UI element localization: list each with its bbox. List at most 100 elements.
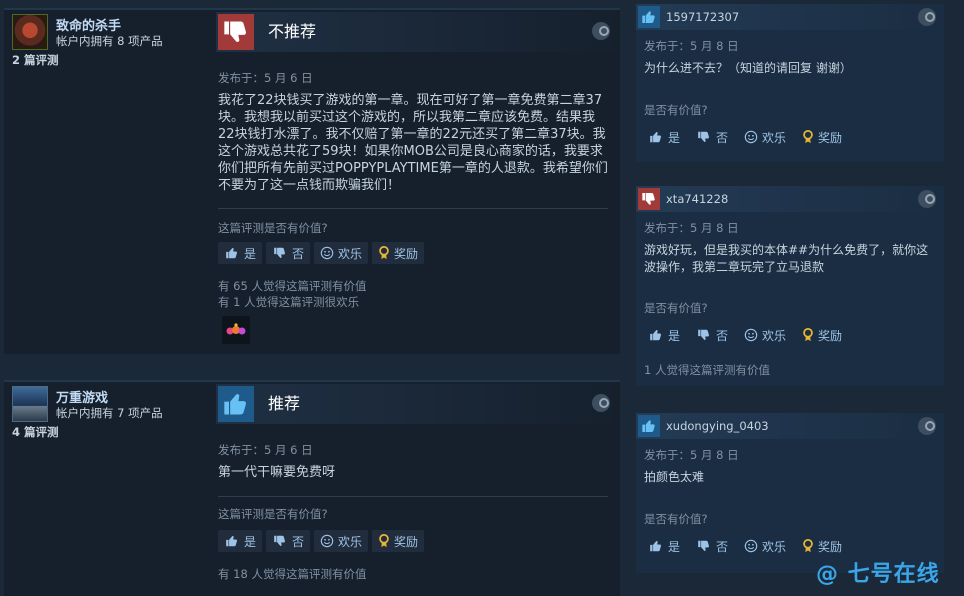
award-button[interactable]: 奖励 xyxy=(798,535,846,557)
snippet-text: 拍颜色太难 xyxy=(644,470,705,484)
review-card: 万重游戏 帐户内拥有 7 项产品 4 篇评测 推荐 发布于：5 月 6 日 第一… xyxy=(4,380,620,596)
snippet-username[interactable]: 1597172307 xyxy=(666,10,739,24)
steam-icon xyxy=(592,394,610,412)
vote-no-label: 否 xyxy=(716,130,729,145)
vote-no-button[interactable]: 否 xyxy=(266,242,311,264)
steam-icon xyxy=(592,22,610,40)
snippet-header[interactable]: xudongying_0403 xyxy=(636,413,944,439)
helpful-question: 这篇评测是否有价值? xyxy=(218,507,328,521)
steam-icon xyxy=(918,417,936,435)
posted-date: 发布于：5 月 8 日 xyxy=(644,221,739,235)
vote-yes-label: 是 xyxy=(244,534,257,549)
vote-funny-button[interactable]: 欢乐 xyxy=(740,126,790,148)
posted-date: 发布于：5 月 6 日 xyxy=(218,71,313,85)
thumbs-up-icon xyxy=(638,415,660,437)
award-button[interactable]: 奖励 xyxy=(372,530,425,552)
review-text: 第一代干嘛要免费呀 xyxy=(218,465,336,480)
review-snippet: xta741228 发布于：5 月 8 日 游戏好玩，但是我买的本体##为什么免… xyxy=(636,186,944,386)
vote-yes-button[interactable]: 是 xyxy=(644,324,684,346)
snippet-header[interactable]: 1597172307 xyxy=(636,4,944,30)
rating-buttons: 是 否 欢乐 奖励 xyxy=(644,126,846,148)
helpful-count: 有 18 人觉得这篇评测有价值 xyxy=(218,567,367,581)
vote-yes-label: 是 xyxy=(668,328,681,343)
helpful-count: 有 65 人觉得这篇评测有价值 xyxy=(218,279,367,293)
smiley-icon xyxy=(744,539,758,553)
rating-buttons: 是 否 欢乐 奖励 xyxy=(218,530,425,552)
author-review-count[interactable]: 2 篇评测 xyxy=(12,52,59,68)
award-icon xyxy=(803,130,813,144)
award-label: 奖励 xyxy=(394,246,419,261)
award-label: 奖励 xyxy=(818,328,843,343)
thumbs-up-icon xyxy=(650,132,662,143)
watermark-logo-icon: @ xyxy=(816,562,839,587)
award-button[interactable]: 奖励 xyxy=(798,126,846,148)
award-button[interactable]: 奖励 xyxy=(798,324,846,346)
author-review-count[interactable]: 4 篇评测 xyxy=(12,424,59,440)
rating-buttons: 是 否 欢乐 奖励 xyxy=(644,535,846,557)
vote-funny-button[interactable]: 欢乐 xyxy=(314,242,369,264)
author-name[interactable]: 致命的杀手 xyxy=(56,15,121,34)
vote-funny-label: 欢乐 xyxy=(762,539,787,554)
thumbs-down-icon xyxy=(698,131,710,142)
vote-no-button[interactable]: 否 xyxy=(692,324,732,346)
vote-no-label: 否 xyxy=(716,539,729,554)
thumbs-down-icon xyxy=(274,247,286,258)
posted-date: 发布于：5 月 8 日 xyxy=(644,39,739,53)
watermark-text: 七号在线 xyxy=(847,562,940,587)
vote-yes-button[interactable]: 是 xyxy=(644,126,684,148)
vote-yes-button[interactable]: 是 xyxy=(218,530,263,552)
thumbs-up-icon xyxy=(226,536,238,547)
award-icon xyxy=(379,534,389,548)
avatar[interactable] xyxy=(12,14,48,50)
snippet-header[interactable]: xta741228 xyxy=(636,186,944,212)
vote-yes-label: 是 xyxy=(668,130,681,145)
thumbs-down-icon xyxy=(698,329,710,340)
helpful-question: 是否有价值? xyxy=(644,301,708,315)
thumbs-down-icon xyxy=(218,14,254,50)
steam-icon xyxy=(918,8,936,26)
thumbs-down-icon xyxy=(698,540,710,551)
snippet-username[interactable]: xudongying_0403 xyxy=(666,419,769,433)
avatar[interactable] xyxy=(12,386,48,422)
vote-funny-label: 欢乐 xyxy=(338,534,363,549)
vote-funny-button[interactable]: 欢乐 xyxy=(740,324,790,346)
vote-funny-button[interactable]: 欢乐 xyxy=(740,535,790,557)
thumbs-up-icon xyxy=(218,386,254,422)
rating-buttons: 是 否 欢乐 奖励 xyxy=(218,242,425,264)
vote-no-label: 否 xyxy=(716,328,729,343)
vote-no-button[interactable]: 否 xyxy=(692,126,732,148)
snippet-username[interactable]: xta741228 xyxy=(666,192,728,206)
thumbs-up-icon xyxy=(638,6,660,28)
review-text: 我花了22块钱买了游戏的第一章。现在可好了第一章免费第二章37块。我想我以前买过… xyxy=(218,93,608,193)
vote-funny-label: 欢乐 xyxy=(762,328,787,343)
vote-funny-button[interactable]: 欢乐 xyxy=(314,530,369,552)
vote-yes-button[interactable]: 是 xyxy=(644,535,684,557)
award-label: 奖励 xyxy=(818,539,843,554)
author-name[interactable]: 万重游戏 xyxy=(56,387,108,406)
vote-no-button[interactable]: 否 xyxy=(692,535,732,557)
thumbs-up-icon xyxy=(226,248,238,259)
funny-count: 有 1 人觉得这篇评测很欢乐 xyxy=(218,295,360,309)
vote-no-button[interactable]: 否 xyxy=(266,530,311,552)
vote-funny-label: 欢乐 xyxy=(338,246,363,261)
divider xyxy=(218,496,608,497)
vote-header[interactable]: 推荐 xyxy=(216,384,620,424)
award-button[interactable]: 奖励 xyxy=(372,242,425,264)
thumbs-up-icon xyxy=(650,330,662,341)
snippet-text: 为什么进不去？（知道的请回复 谢谢） xyxy=(644,61,852,75)
thumbs-down-icon xyxy=(274,535,286,546)
smiley-icon xyxy=(320,246,334,260)
received-award-icon[interactable] xyxy=(222,316,250,344)
smiley-icon xyxy=(744,130,758,144)
award-icon xyxy=(803,328,813,342)
vote-yes-label: 是 xyxy=(668,539,681,554)
award-label: 奖励 xyxy=(394,534,419,549)
vote-yes-button[interactable]: 是 xyxy=(218,242,263,264)
thumbs-down-icon xyxy=(638,188,660,210)
vote-yes-label: 是 xyxy=(244,246,257,261)
divider xyxy=(218,208,608,209)
review-snippet: xudongying_0403 发布于：5 月 8 日 拍颜色太难 是否有价值?… xyxy=(636,413,944,573)
vote-header[interactable]: 不推荐 xyxy=(216,12,620,52)
vote-no-label: 否 xyxy=(292,534,305,549)
author-owned-products: 帐户内拥有 7 项产品 xyxy=(56,406,163,420)
